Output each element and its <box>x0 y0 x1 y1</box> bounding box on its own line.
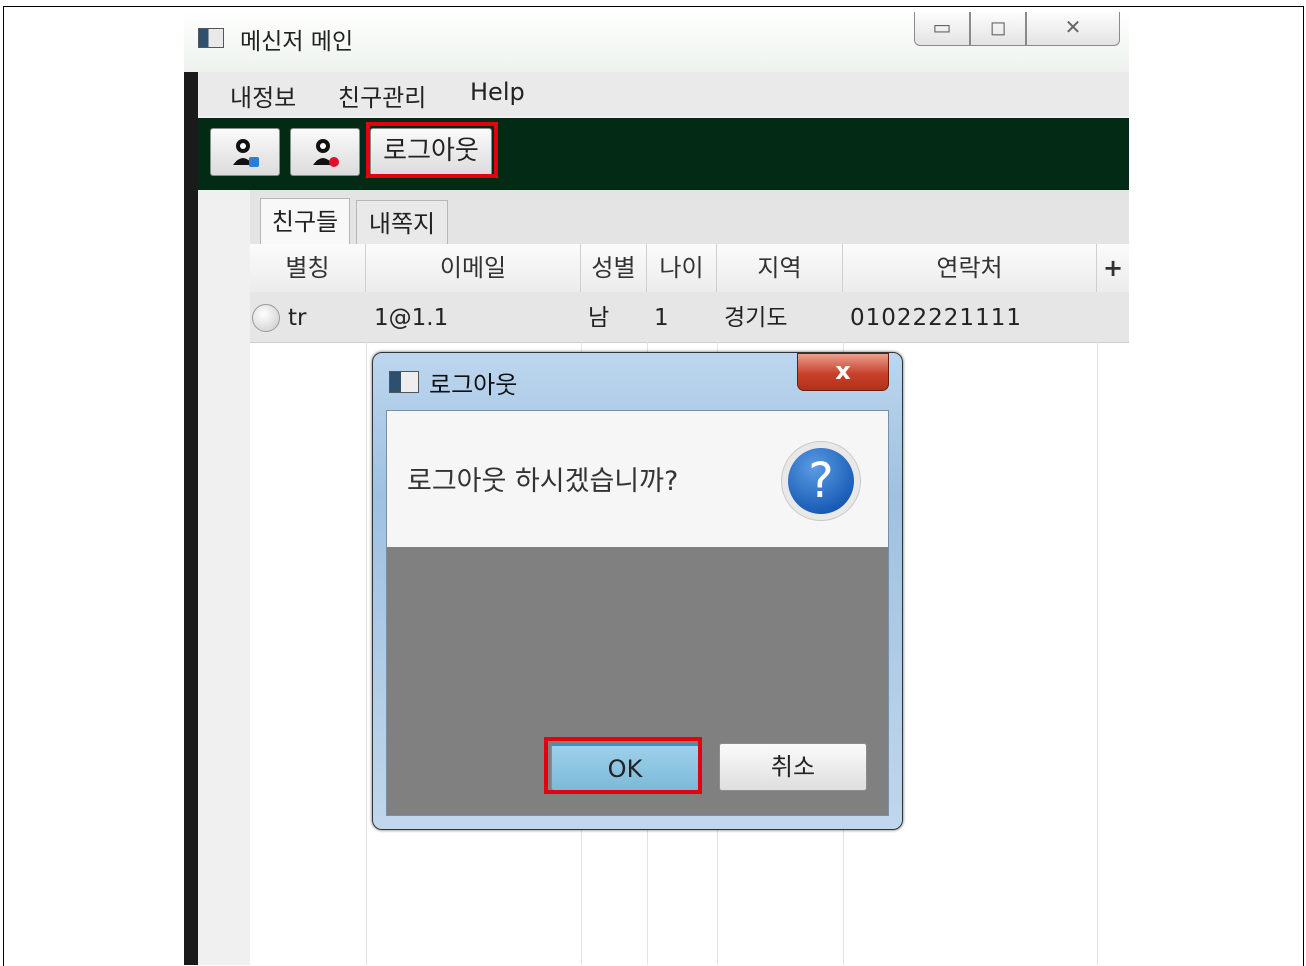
dialog-message-area: 로그아웃 하시겠습니까? ? <box>387 411 888 547</box>
maximize-button[interactable]: ◻ <box>970 12 1026 46</box>
column-divider <box>366 342 367 965</box>
add-user-icon <box>233 139 259 167</box>
menu-bar: 내정보 친구관리 Help <box>198 72 1129 116</box>
menu-my-info[interactable]: 내정보 <box>230 78 296 113</box>
tab-my-notes[interactable]: 내쪽지 <box>356 200 448 244</box>
dialog-title: 로그아웃 <box>429 371 518 399</box>
window-close-button[interactable]: ✕ <box>1026 12 1120 46</box>
remove-friend-button[interactable] <box>290 128 360 176</box>
dialog-window-icon <box>389 371 419 393</box>
col-phone[interactable]: 연락처 <box>843 244 1097 292</box>
question-icon: ? <box>781 441 861 521</box>
dialog-message: 로그아웃 하시겠습니까? <box>407 466 679 497</box>
window-left-edge <box>184 72 198 965</box>
row-select-radio[interactable] <box>252 304 280 332</box>
col-age[interactable]: 나이 <box>647 244 717 292</box>
window-title: 메신저 메인 <box>240 29 354 55</box>
col-email[interactable]: 이메일 <box>366 244 581 292</box>
cell-phone: 01022221111 <box>850 305 1022 331</box>
dialog-close-button[interactable]: x <box>797 353 889 391</box>
logout-dialog: 로그아웃 x 로그아웃 하시겠습니까? ? OK 취소 <box>372 352 903 830</box>
table-row[interactable]: tr 1@1.1 남 1 경기도 01022221111 <box>250 292 1129 343</box>
ok-button[interactable]: OK <box>551 743 699 791</box>
cell-nickname: tr <box>288 305 307 331</box>
menu-friend-management[interactable]: 친구관리 <box>338 78 426 113</box>
cancel-button[interactable]: 취소 <box>719 743 867 791</box>
title-bar: 메신저 메인 ▭ ◻ ✕ <box>184 12 1129 70</box>
toolbar: 로그아웃 <box>198 118 1129 190</box>
question-mark: ? <box>788 448 854 514</box>
add-friend-button[interactable] <box>210 128 280 176</box>
col-nickname[interactable]: 별칭 <box>250 244 366 292</box>
tab-friends[interactable]: 친구들 <box>260 198 350 244</box>
logout-button[interactable]: 로그아웃 <box>370 128 492 176</box>
cell-region: 경기도 <box>724 305 788 331</box>
col-region[interactable]: 지역 <box>717 244 843 292</box>
cell-gender: 남 <box>588 305 610 331</box>
app-window-icon <box>198 28 224 48</box>
table-header: 별칭 이메일 성별 나이 지역 연락처 + <box>250 244 1129 293</box>
col-gender[interactable]: 성별 <box>581 244 647 292</box>
minimize-button[interactable]: ▭ <box>914 12 970 46</box>
cell-age: 1 <box>654 305 669 331</box>
column-divider <box>1097 342 1098 965</box>
cell-email: 1@1.1 <box>374 305 449 331</box>
add-column-button[interactable]: + <box>1097 244 1129 292</box>
remove-user-icon <box>313 139 339 167</box>
menu-help[interactable]: Help <box>470 78 525 106</box>
